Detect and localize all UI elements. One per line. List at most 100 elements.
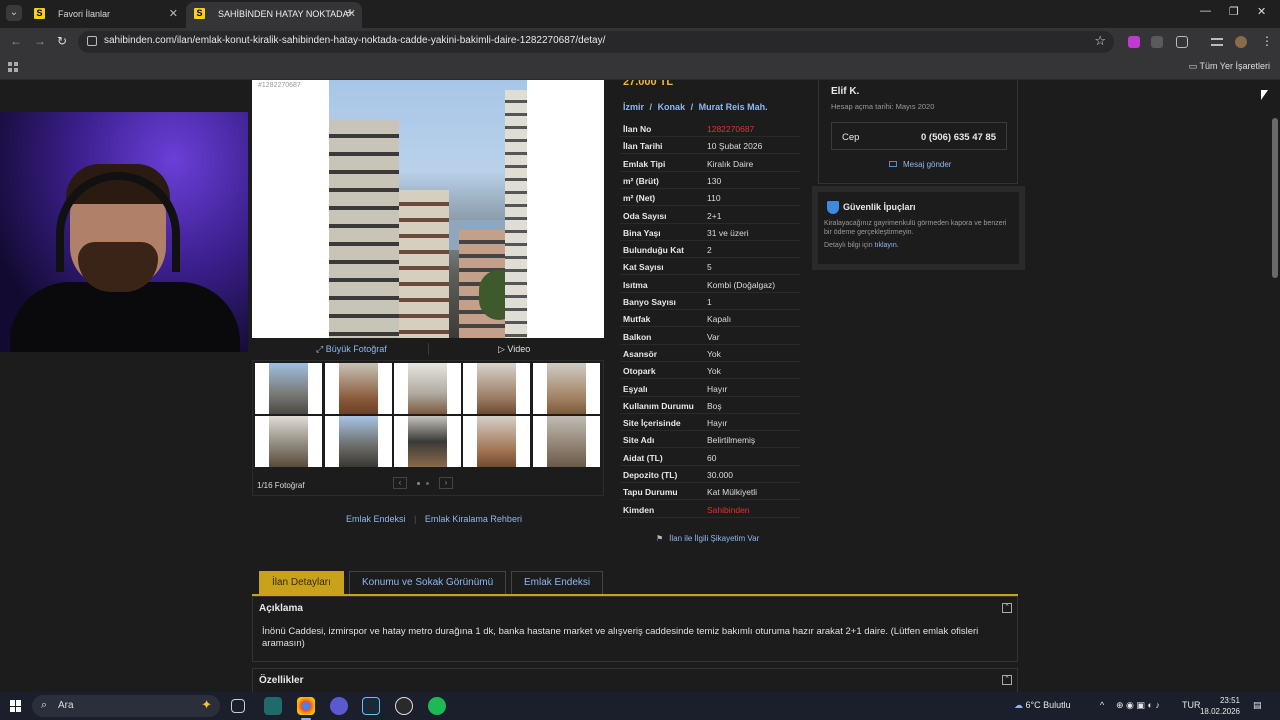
complaint-link[interactable]: ⚑ İlan ile İlgili Şikayetim Var	[656, 534, 759, 543]
detail-key: İlan Tarihi	[623, 141, 663, 152]
puzzle-icon[interactable]	[1176, 36, 1188, 48]
taskbar-search[interactable]: ⌕ Ara ✦	[32, 695, 220, 717]
thumbnail[interactable]	[533, 416, 600, 467]
detail-row: Banyo Sayısı 1	[620, 293, 800, 310]
tab-emlak-endeksi[interactable]: Emlak Endeksi	[511, 571, 604, 595]
flag-icon: ⚑	[656, 534, 664, 543]
search-icon: ⌕	[41, 699, 48, 711]
clock[interactable]: 23:51 18.02.2026	[1200, 695, 1240, 717]
detail-row: Mutfak Kapalı	[620, 310, 800, 328]
big-photo-link[interactable]: ⤢ Büyük Fotoğraf	[316, 344, 387, 355]
profile-avatar[interactable]	[1235, 36, 1247, 48]
url-text[interactable]: sahibinden.com/ilan/emlak-konut-kiralik-…	[104, 35, 605, 46]
detail-row: Balkon Var	[620, 328, 800, 345]
browser-tab-listing[interactable]: S SAHİBİNDEN HATAY NOKTADA ✕	[186, 2, 362, 28]
rent-guide-link[interactable]: Emlak Kiralama Rehberi	[425, 514, 522, 524]
thumbnail[interactable]	[255, 363, 322, 414]
task-view-icon[interactable]	[231, 699, 245, 713]
cloud-icon: ☁	[1014, 700, 1023, 710]
thumbnail[interactable]	[463, 416, 530, 467]
phone-label: Cep	[842, 132, 860, 143]
thumbnail[interactable]	[325, 416, 392, 467]
thumbnail[interactable]	[394, 363, 461, 414]
detail-row: Bina Yaşı 31 ve üzeri	[620, 224, 800, 241]
chevron-left-icon[interactable]: ‹	[393, 477, 407, 489]
apps-grid-icon[interactable]	[8, 62, 18, 72]
menu-kebab-icon[interactable]: ⋮	[1261, 34, 1273, 48]
tray-chevron-up-icon[interactable]: ^	[1100, 700, 1104, 710]
tab-search-button[interactable]: ⌄	[6, 5, 22, 21]
location-neighborhood[interactable]: Murat Reis Mah.	[699, 102, 768, 112]
detail-row: Otopark Yok	[620, 362, 800, 380]
main-photo[interactable]	[329, 80, 527, 338]
tab-listing-details[interactable]: İlan Detayları	[259, 571, 344, 595]
language-indicator[interactable]: TUR	[1182, 700, 1201, 710]
detail-value: 1	[707, 297, 712, 307]
detail-row: Site İçerisinde Hayır	[620, 414, 800, 432]
scrollbar-thumb[interactable]	[1272, 118, 1278, 278]
security-text: Kiralayacağınız gayrimenkulü görmeden ka…	[824, 220, 1007, 236]
close-icon[interactable]: ✕	[169, 2, 178, 26]
app-icon[interactable]	[395, 697, 413, 715]
detail-value: Belirtilmemiş	[707, 435, 756, 446]
detail-value: 2+1	[707, 210, 722, 221]
pager-dot[interactable]	[417, 482, 420, 485]
location-city[interactable]: İzmir	[623, 102, 644, 112]
phone-box[interactable]: Cep 0 (506) 635 47 85	[831, 122, 1007, 150]
extension-icon[interactable]	[1128, 36, 1140, 48]
window-close-button[interactable]: ✕	[1257, 5, 1266, 18]
detail-row: Tapu Durumu Kat Mülkiyetli	[620, 483, 800, 501]
thumbnail[interactable]	[255, 416, 322, 467]
detail-row: Bulunduğu Kat 2	[620, 241, 800, 259]
all-bookmarks-button[interactable]: ▭ Tüm Yer İşaretleri	[1189, 61, 1270, 72]
detail-value: Boş	[707, 400, 722, 411]
seller-name[interactable]: Elif K.	[831, 86, 859, 97]
phone-number[interactable]: 0 (506) 635 47 85	[921, 132, 996, 143]
reading-list-icon[interactable]	[1211, 38, 1223, 46]
reload-icon[interactable]: ↻	[57, 34, 67, 48]
location-district[interactable]: Konak	[658, 102, 686, 112]
notification-icon[interactable]: ▤	[1253, 700, 1262, 711]
thumbnail[interactable]	[394, 416, 461, 467]
breadcrumb-location: İzmir / Konak / Murat Reis Mah.	[623, 102, 768, 112]
video-link[interactable]: ▷ Video	[498, 344, 530, 355]
site-info-icon[interactable]	[87, 36, 97, 46]
pager-dot[interactable]	[426, 482, 429, 485]
thumbnail[interactable]	[533, 363, 600, 414]
minimize-button[interactable]: —	[1200, 5, 1211, 17]
tab-location-street-view[interactable]: Konumu ve Sokak Görünümü	[349, 571, 507, 595]
new-tab-button[interactable]: +	[346, 4, 354, 20]
main-photo-frame[interactable]: #1282270687	[252, 80, 604, 338]
detail-key: İlan No	[623, 124, 652, 134]
detail-row: Kat Sayısı 5	[620, 258, 800, 276]
thumbnail-grid: 1/16 Fotoğraf ‹ ›	[252, 360, 604, 496]
weather-widget[interactable]: ☁ 6°C Bulutlu	[1014, 700, 1071, 711]
detail-value: 2	[707, 245, 712, 256]
address-bar[interactable]: sahibinden.com/ilan/emlak-konut-kiralik-…	[78, 31, 1114, 53]
browser-tab-favorites[interactable]: S Favori İlanlar ✕	[26, 2, 184, 28]
chrome-profile-icon[interactable]	[330, 697, 348, 715]
tray-icons[interactable]: ⊕ ◉ ▣ ◐ ♪	[1116, 700, 1160, 711]
features-header: Özellikler	[259, 675, 304, 686]
collapse-icon[interactable]: ⌃	[1002, 603, 1012, 613]
emlak-endeksi-link[interactable]: Emlak Endeksi	[346, 514, 406, 524]
forward-arrow-icon[interactable]: →	[34, 34, 46, 48]
send-message-link[interactable]: Mesaj gönder	[889, 160, 951, 169]
windows-start-icon[interactable]	[10, 700, 22, 712]
chevron-right-icon[interactable]: ›	[439, 477, 453, 489]
security-more-link[interactable]: tıklayın.	[875, 242, 899, 249]
restore-button[interactable]: ❐	[1229, 5, 1239, 18]
back-arrow-icon[interactable]: ←	[10, 34, 22, 48]
chrome-icon[interactable]	[297, 697, 315, 715]
thumbnail[interactable]	[325, 363, 392, 414]
collapse-icon[interactable]: ⌃	[1002, 675, 1012, 685]
app-icon[interactable]	[264, 697, 282, 715]
detail-key: Kat Sayısı	[623, 262, 664, 273]
breadcrumb-separator: /	[649, 102, 653, 112]
page-scrollbar[interactable]	[1270, 80, 1280, 692]
bookmark-star-icon[interactable]: ☆	[1094, 33, 1106, 49]
spotify-icon[interactable]	[428, 697, 446, 715]
thumbnail[interactable]	[463, 363, 530, 414]
steam-icon[interactable]	[362, 697, 380, 715]
extension-icon[interactable]	[1151, 36, 1163, 48]
